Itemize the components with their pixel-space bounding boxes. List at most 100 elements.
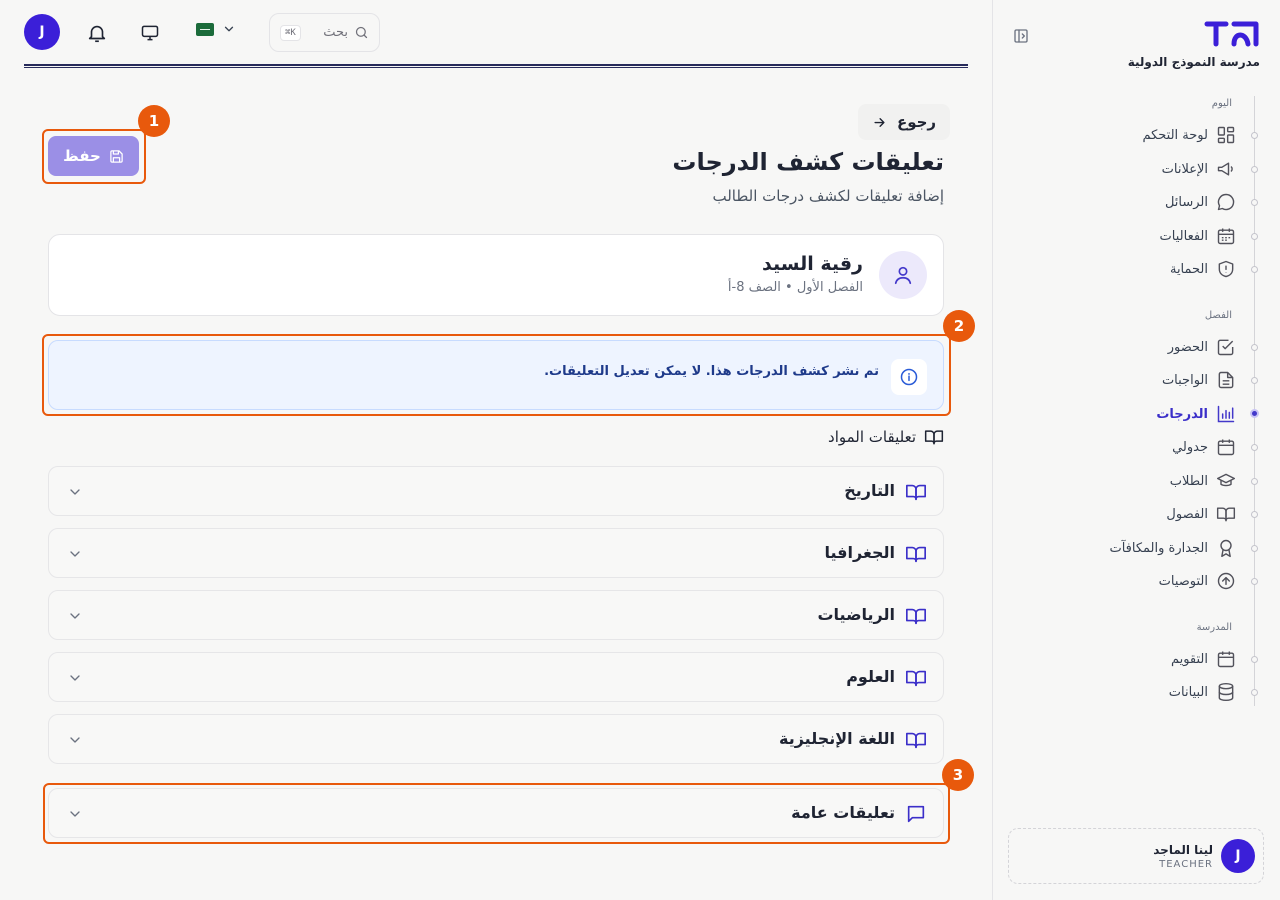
topbar-divider xyxy=(24,64,968,68)
accordion-label: اللغة الإنجليزية xyxy=(779,729,895,748)
sidebar-item-attendance[interactable]: الحضور xyxy=(1168,334,1236,360)
sidebar: مدرسة النموذج الدولية اليوم لوحة التحكم … xyxy=(992,0,1280,900)
calendar-icon xyxy=(1216,437,1236,457)
sidebar-item-label: الطلاب xyxy=(1169,473,1208,489)
search-shortcut: K⌘ xyxy=(280,24,301,41)
annotation-badge-2: 2 xyxy=(943,310,975,342)
sidebar-item-label: الحماية xyxy=(1169,261,1208,277)
nav-dot xyxy=(1251,132,1258,139)
shield-alert-icon xyxy=(1216,259,1236,279)
sidebar-item-messages[interactable]: الرسائل xyxy=(1165,189,1236,215)
sidebar-item-label: الرسائل xyxy=(1164,194,1208,210)
language-switcher[interactable] xyxy=(196,22,236,36)
saudi-flag-icon xyxy=(196,22,214,36)
sidebar-item-dashboard[interactable]: لوحة التحكم xyxy=(1142,122,1236,148)
bell-icon[interactable] xyxy=(86,22,108,44)
annotation-badge-3: 3 xyxy=(942,759,974,791)
arrow-up-circle-icon xyxy=(1216,571,1236,591)
chevron-down-icon xyxy=(67,732,83,748)
sidebar-item-announcements[interactable]: الإعلانات xyxy=(1162,156,1236,182)
nav-section-school: المدرسة xyxy=(1196,622,1232,633)
accordion-english[interactable]: اللغة الإنجليزية xyxy=(48,714,944,764)
sidebar-item-recommendations[interactable]: التوصيات xyxy=(1159,568,1236,594)
accordion-label: الرياضيات xyxy=(817,605,895,624)
nav-section-today: اليوم xyxy=(1211,98,1232,109)
chevron-down-icon xyxy=(67,670,83,686)
user-icon xyxy=(879,251,927,299)
nav-dot xyxy=(1251,344,1258,351)
accordion-science[interactable]: العلوم xyxy=(48,652,944,702)
floppy-disk-icon xyxy=(109,149,124,164)
sidebar-item-events[interactable]: الفعاليات xyxy=(1160,223,1236,249)
nav-dot xyxy=(1251,377,1258,384)
annotation-badge-1: 1 xyxy=(138,105,170,137)
search-input[interactable]: بحث K⌘ xyxy=(269,13,380,52)
sidebar-item-label: الحضور xyxy=(1167,339,1208,355)
section-heading-label: تعليقات المواد xyxy=(828,428,916,446)
subject-comments-heading: تعليقات المواد xyxy=(828,427,944,447)
back-button[interactable]: رجوع xyxy=(858,104,950,140)
nav-dot-active xyxy=(1250,409,1259,418)
message-square-icon xyxy=(905,803,927,825)
accordion-general-comments[interactable]: تعليقات عامة xyxy=(48,788,944,838)
calendar-grid-icon xyxy=(1216,226,1236,246)
megaphone-icon xyxy=(1216,159,1236,179)
sidebar-collapse-icon[interactable] xyxy=(1013,28,1029,44)
save-button-label: حفظ xyxy=(63,147,101,165)
sidebar-item-merit-rewards[interactable]: الجدارة والمكافآت xyxy=(1109,535,1236,561)
monitor-icon[interactable] xyxy=(140,23,160,43)
top-user-avatar[interactable]: J xyxy=(24,14,60,50)
search-icon xyxy=(354,25,369,40)
bar-chart-icon xyxy=(1216,404,1236,424)
sidebar-item-label: الإعلانات xyxy=(1161,161,1208,177)
sidebar-item-assignments[interactable]: الواجبات xyxy=(1162,367,1236,393)
nav-dot xyxy=(1251,199,1258,206)
student-term-class: الفصل الأول • الصف 8-أ xyxy=(727,280,863,295)
accordion-mathematics[interactable]: الرياضيات xyxy=(48,590,944,640)
nav-dot xyxy=(1251,166,1258,173)
sidebar-item-calendar[interactable]: التقويم xyxy=(1171,646,1236,672)
open-book-icon xyxy=(905,543,927,565)
nav-section-class: الفصل xyxy=(1204,310,1232,321)
page-title: تعليقات كشف الدرجات xyxy=(672,148,944,176)
sidebar-item-my-schedule[interactable]: جدولي xyxy=(1172,434,1236,460)
nav-dot xyxy=(1251,689,1258,696)
accordion-history[interactable]: التاريخ xyxy=(48,466,944,516)
nav-dot xyxy=(1251,266,1258,273)
sidebar-item-label: التقويم xyxy=(1170,651,1208,667)
check-square-icon xyxy=(1216,337,1236,357)
open-book-icon xyxy=(905,605,927,627)
chevron-down-icon xyxy=(67,546,83,562)
sidebar-item-label: لوحة التحكم xyxy=(1142,127,1208,143)
back-button-label: رجوع xyxy=(896,113,937,131)
nav-dot xyxy=(1251,511,1258,518)
sidebar-item-data[interactable]: البيانات xyxy=(1169,679,1236,705)
open-book-icon xyxy=(905,481,927,503)
sidebar-item-students[interactable]: الطلاب xyxy=(1170,468,1236,494)
accordion-geography[interactable]: الجغرافيا xyxy=(48,528,944,578)
arrow-right-icon xyxy=(872,115,887,130)
sidebar-item-label: الجدارة والمكافآت xyxy=(1109,540,1208,556)
school-logo-icon[interactable] xyxy=(1204,18,1260,48)
page-subtitle: إضافة تعليقات لكشف درجات الطالب xyxy=(712,187,944,205)
student-name: رقية السيد xyxy=(762,253,863,275)
calendar-icon xyxy=(1216,649,1236,669)
sidebar-item-label: التوصيات xyxy=(1158,573,1208,589)
sidebar-item-classes[interactable]: الفصول xyxy=(1166,501,1236,527)
nav-dot xyxy=(1251,233,1258,240)
document-icon xyxy=(1216,370,1236,390)
user-profile-card[interactable]: J لينا الماجد TEACHER xyxy=(1008,828,1264,884)
sidebar-item-safeguarding[interactable]: الحماية xyxy=(1170,256,1236,282)
published-info-alert: تم نشر كشف الدرجات هذا. لا يمكن تعديل ال… xyxy=(48,340,944,410)
accordion-label: التاريخ xyxy=(844,481,895,500)
sidebar-item-label: البيانات xyxy=(1168,684,1208,700)
sidebar-item-grades[interactable]: الدرجات xyxy=(1156,401,1236,427)
info-icon xyxy=(891,359,927,395)
database-icon xyxy=(1216,682,1236,702)
nav-dot xyxy=(1251,478,1258,485)
nav-timeline xyxy=(1254,96,1255,706)
avatar: J xyxy=(1221,839,1255,873)
user-name: لينا الماجد xyxy=(1153,842,1213,857)
chat-bubble-icon xyxy=(1216,192,1236,212)
save-button[interactable]: حفظ xyxy=(48,136,139,176)
